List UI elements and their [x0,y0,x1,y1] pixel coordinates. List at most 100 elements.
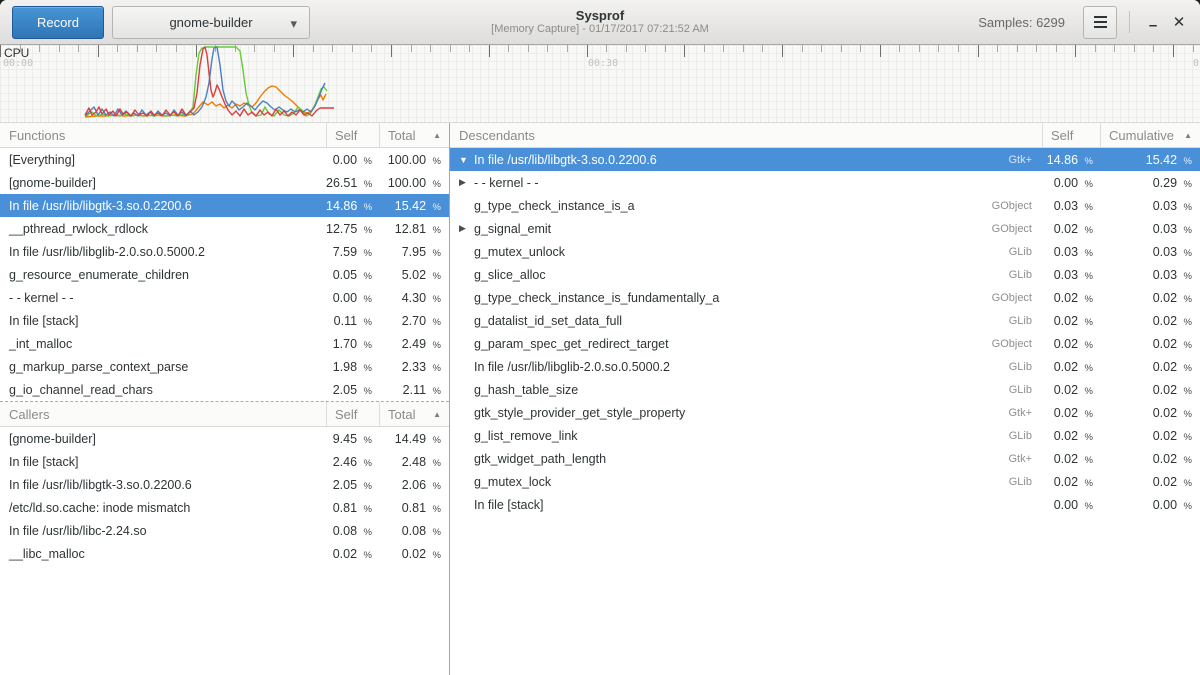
minimize-icon: – [1149,17,1157,34]
total-percent: 2.33 % [379,360,449,374]
callers-table-header: Callers Self Total ▲ [0,402,449,427]
cumulative-percent: 0.02 % [1100,406,1200,420]
self-column-header[interactable]: Self [1042,123,1100,147]
sysprof-window: Record gnome-builder ▾ Sysprof [Memory C… [0,0,1200,675]
table-row[interactable]: /etc/ld.so.cache: inode mismatch0.81 %0.… [0,496,449,519]
tree-row[interactable]: ▼In file /usr/lib/libgtk-3.so.0.2200.6Gt… [450,148,1200,171]
table-row[interactable]: __libc_malloc0.02 %0.02 % [0,542,449,565]
tree-row[interactable]: In file /usr/lib/libglib-2.0.so.0.5000.2… [450,355,1200,378]
process-selector-label: gnome-builder [169,15,252,30]
tree-row[interactable]: g_param_spec_get_redirect_targetGObject0… [450,332,1200,355]
function-name: /etc/ld.so.cache: inode mismatch [0,501,326,515]
self-column-header[interactable]: Self [326,402,379,426]
time-tick-mid: 00:30 [588,58,618,69]
table-row[interactable]: [gnome-builder]26.51 %100.00 % [0,171,449,194]
tree-row[interactable]: g_type_check_instance_is_aGObject0.03 %0… [450,194,1200,217]
table-row[interactable]: In file [stack]0.11 %2.70 % [0,309,449,332]
percent-sign: % [364,527,372,538]
tree-row[interactable]: ▶- - kernel - -0.00 %0.29 % [450,171,1200,194]
expander-closed-icon[interactable]: ▶ [459,177,474,188]
table-row[interactable]: In file /usr/lib/libgtk-3.so.0.2200.614.… [0,194,449,217]
total-percent: 0.02 % [379,547,449,561]
tree-row[interactable]: g_list_remove_linkGLib0.02 %0.02 % [450,424,1200,447]
function-name: In file /usr/lib/libc-2.24.so [0,524,326,538]
callers-column-header[interactable]: Callers [0,402,326,426]
table-row[interactable]: g_io_channel_read_chars2.05 %2.11 % [0,378,449,401]
cpu-graph[interactable]: CPU 00:00 00:30 01:00 [0,45,1200,122]
descendant-name-cell: ▶- - kernel - - [450,176,1042,190]
table-row[interactable]: __pthread_rwlock_rdlock12.75 %12.81 % [0,217,449,240]
self-percent: 7.59 % [326,245,379,259]
descendant-name-cell: g_slice_allocGLib [450,268,1042,282]
descendants-column-header[interactable]: Descendants [450,123,1042,147]
table-row[interactable]: In file /usr/lib/libc-2.24.so0.08 %0.08 … [0,519,449,542]
menu-button[interactable] [1083,6,1117,39]
cumulative-column-header[interactable]: Cumulative ▲ [1100,123,1200,147]
descendant-name-cell: g_hash_table_sizeGLib [450,383,1042,397]
table-row[interactable]: g_markup_parse_context_parse1.98 %2.33 % [0,355,449,378]
tree-row[interactable]: g_mutex_lockGLib0.02 %0.02 % [450,470,1200,493]
percent-sign: % [1085,179,1093,190]
descendant-name: g_hash_table_size [474,383,578,397]
percent-sign: % [364,386,372,397]
descendant-name-cell: g_list_remove_linkGLib [450,429,1042,443]
function-name: In file /usr/lib/libgtk-3.so.0.2200.6 [0,478,326,492]
total-percent: 2.49 % [379,337,449,351]
percent-sign: % [364,481,372,492]
function-name: - - kernel - - [0,291,326,305]
self-percent: 0.02 % [1042,383,1100,397]
function-name: [Everything] [0,153,326,167]
tree-row[interactable]: gtk_widget_path_lengthGtk+0.02 %0.02 % [450,447,1200,470]
self-column-header[interactable]: Self [326,123,379,147]
process-selector-dropdown[interactable]: gnome-builder ▾ [112,6,310,39]
table-row[interactable]: [gnome-builder]9.45 %14.49 % [0,427,449,450]
descendant-name-cell: gtk_style_provider_get_style_propertyGtk… [450,406,1042,420]
tree-row[interactable]: g_datalist_id_set_data_fullGLib0.02 %0.0… [450,309,1200,332]
self-percent: 12.75 % [326,222,379,236]
time-tick-start: 00:00 [3,58,33,69]
functions-column-header[interactable]: Functions [0,123,326,147]
close-button[interactable]: ✕ [1166,9,1192,35]
self-percent: 0.02 % [1042,429,1100,443]
table-row[interactable]: _int_malloc1.70 %2.49 % [0,332,449,355]
table-row[interactable]: In file [stack]2.46 %2.48 % [0,450,449,473]
descendant-name-cell: g_param_spec_get_redirect_targetGObject [450,337,1042,351]
percent-sign: % [1085,248,1093,259]
total-percent: 7.95 % [379,245,449,259]
minimize-button[interactable]: – [1140,9,1166,35]
descendant-name-cell: In file /usr/lib/libglib-2.0.so.0.5000.2… [450,360,1042,374]
total-percent: 2.11 % [379,383,449,397]
self-percent: 0.02 % [1042,222,1100,236]
function-name: g_resource_enumerate_children [0,268,326,282]
expander-closed-icon[interactable]: ▶ [459,223,474,234]
tree-row[interactable]: g_hash_table_sizeGLib0.02 %0.02 % [450,378,1200,401]
expander-open-icon[interactable]: ▼ [459,155,474,165]
percent-sign: % [1085,340,1093,351]
tree-row[interactable]: g_mutex_unlockGLib0.03 %0.03 % [450,240,1200,263]
function-name: g_io_channel_read_chars [0,383,326,397]
library-tag: GLib [1009,269,1042,281]
tree-row[interactable]: gtk_style_provider_get_style_propertyGtk… [450,401,1200,424]
cumulative-percent: 0.29 % [1100,176,1200,190]
descendants-pane: Descendants Self Cumulative ▲ ▼In file /… [450,123,1200,675]
total-column-header[interactable]: Total ▲ [379,123,449,147]
record-button[interactable]: Record [12,6,104,39]
self-percent: 0.02 % [1042,337,1100,351]
table-row[interactable]: g_resource_enumerate_children0.05 %5.02 … [0,263,449,286]
table-row[interactable]: In file /usr/lib/libgtk-3.so.0.2200.62.0… [0,473,449,496]
self-percent: 26.51 % [326,176,379,190]
functions-table-header: Functions Self Total ▲ [0,123,449,148]
percent-sign: % [364,248,372,259]
tree-row[interactable]: In file [stack]0.00 %0.00 % [450,493,1200,516]
tree-row[interactable]: ▶g_signal_emitGObject0.02 %0.03 % [450,217,1200,240]
percent-sign: % [364,225,372,236]
table-row[interactable]: [Everything]0.00 %100.00 % [0,148,449,171]
table-row[interactable]: In file /usr/lib/libglib-2.0.so.0.5000.2… [0,240,449,263]
tree-row[interactable]: g_slice_allocGLib0.03 %0.03 % [450,263,1200,286]
window-controls-separator [1129,11,1130,33]
total-column-header[interactable]: Total ▲ [379,402,449,426]
tree-row[interactable]: g_type_check_instance_is_fundamentally_a… [450,286,1200,309]
percent-sign: % [1184,340,1192,351]
table-row[interactable]: - - kernel - -0.00 %4.30 % [0,286,449,309]
library-tag: GLib [1009,315,1042,327]
